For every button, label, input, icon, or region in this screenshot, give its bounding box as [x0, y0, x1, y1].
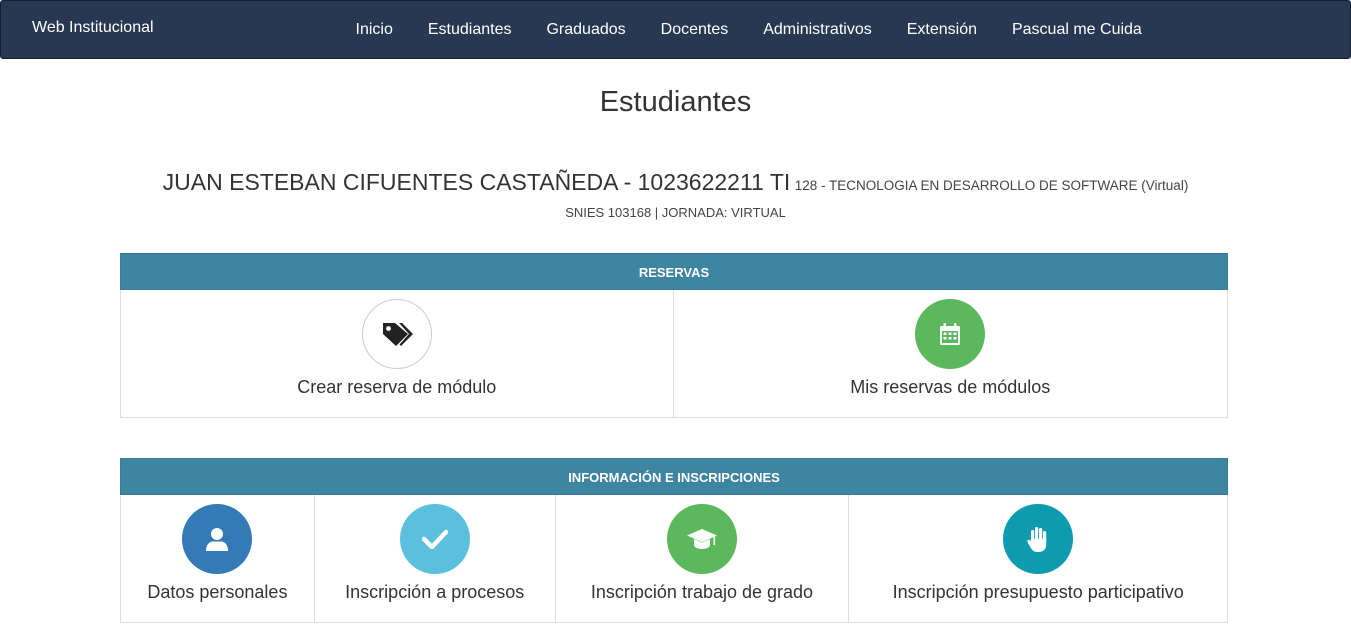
student-name: JUAN ESTEBAN CIFUENTES CASTAÑEDA - 10236…	[162, 169, 791, 195]
informacion-cards: Datos personales Inscripción a procesos …	[120, 495, 1228, 623]
informacion-panel: INFORMACIÓN E INSCRIPCIONES Datos person…	[120, 458, 1228, 623]
mis-reservas-label: Mis reservas de módulos	[850, 377, 1051, 397]
nav-item-pascual-me-cuida[interactable]: Pascual me Cuida	[994, 21, 1159, 39]
tags-icon	[361, 299, 432, 369]
page-title: Estudiantes	[599, 86, 752, 118]
trabajo-grado-card[interactable]: Inscripción trabajo de grado	[556, 495, 850, 622]
nav-item-inicio[interactable]: Inicio	[338, 21, 410, 39]
informacion-header: INFORMACIÓN E INSCRIPCIONES	[120, 458, 1228, 495]
user-icon	[182, 504, 253, 574]
trabajo-grado-label: Inscripción trabajo de grado	[590, 582, 814, 602]
student-program: 128 - TECNOLOGIA EN DESARROLLO DE SOFTWA…	[794, 178, 1189, 193]
nav-item-extension[interactable]: Extensión	[889, 21, 994, 39]
top-navbar: Web Institucional Inicio Estudiantes Gra…	[0, 0, 1351, 59]
crear-reserva-card[interactable]: Crear reserva de módulo	[121, 290, 674, 417]
inscripcion-procesos-card[interactable]: Inscripción a procesos	[315, 495, 556, 622]
presupuesto-participativo-label: Inscripción presupuesto participativo	[892, 582, 1184, 602]
mis-reservas-card[interactable]: Mis reservas de módulos	[674, 290, 1228, 417]
datos-personales-label: Datos personales	[147, 582, 288, 602]
datos-personales-card[interactable]: Datos personales	[121, 495, 315, 622]
calendar-icon	[915, 299, 986, 369]
nav-menu: Inicio Estudiantes Graduados Docentes Ad…	[338, 1, 1159, 58]
hand-icon	[1003, 504, 1074, 574]
reservas-panel: RESERVAS Crear reserva de módulo Mis res…	[120, 253, 1228, 418]
reservas-header: RESERVAS	[120, 253, 1228, 290]
presupuesto-participativo-card[interactable]: Inscripción presupuesto participativo	[849, 495, 1228, 622]
inscripcion-procesos-label: Inscripción a procesos	[345, 582, 525, 602]
nav-item-estudiantes[interactable]: Estudiantes	[410, 21, 529, 39]
reservas-cards: Crear reserva de módulo Mis reservas de …	[120, 290, 1228, 418]
nav-item-docentes[interactable]: Docentes	[643, 21, 746, 39]
nav-item-graduados[interactable]: Graduados	[529, 21, 643, 39]
student-snies: SNIES 103168 | JORNADA: VIRTUAL	[565, 205, 786, 220]
nav-item-administrativos[interactable]: Administrativos	[746, 21, 889, 39]
brand-link[interactable]: Web Institucional	[32, 19, 154, 37]
graduation-cap-icon	[666, 504, 737, 574]
crear-reserva-label: Crear reserva de módulo	[297, 377, 497, 397]
check-icon	[399, 504, 470, 574]
student-info: JUAN ESTEBAN CIFUENTES CASTAÑEDA - 10236…	[0, 169, 1351, 196]
